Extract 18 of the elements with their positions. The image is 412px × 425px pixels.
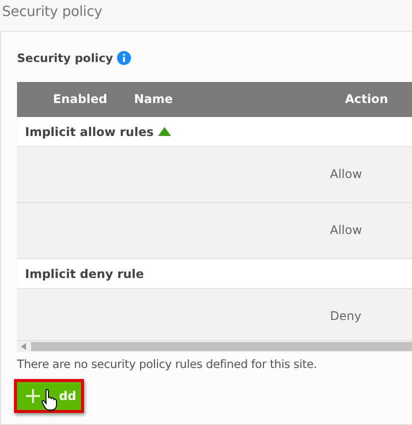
horizontal-scrollbar[interactable] [17,341,412,352]
table-cell: Allow [330,167,362,181]
hand-cursor-icon [41,389,58,411]
group-label[interactable]: Implicit deny rule [25,266,144,280]
empty-message: There are no security policy rules defined for this site. [17,357,318,371]
section-title: Security policy [17,51,114,65]
column-header[interactable]: Enabled [53,92,108,106]
add-button[interactable]: dd [17,382,81,410]
column-header[interactable]: Name [134,92,173,106]
column-header[interactable]: Action [345,92,388,106]
scroll-left-icon[interactable] [21,343,26,350]
page-title: Security policy [1,3,104,22]
info-icon[interactable] [117,51,132,65]
group-label[interactable]: Implicit allow rules [25,124,154,138]
expand-triangle-icon[interactable] [158,127,171,136]
table-cell: Allow [330,223,362,237]
table-cell: Deny [330,309,362,323]
plus-icon [25,388,41,404]
